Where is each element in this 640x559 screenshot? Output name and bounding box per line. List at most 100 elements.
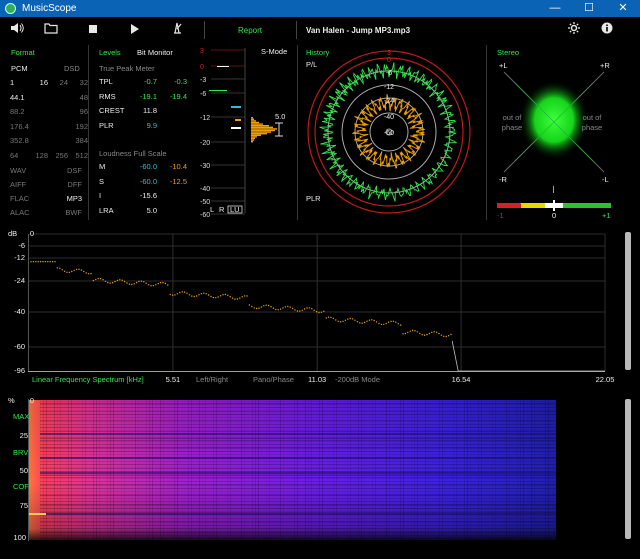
meter-histogram-bar bbox=[251, 131, 271, 133]
volume-icon[interactable] bbox=[6, 21, 28, 39]
spectrum-point bbox=[303, 308, 306, 310]
spectrum-point bbox=[123, 280, 126, 283]
spectrum-point bbox=[294, 309, 296, 311]
spectrum-point bbox=[392, 320, 395, 322]
levels-title: Levels bbox=[99, 48, 121, 57]
spectrum-point bbox=[131, 283, 133, 286]
spectrum-point bbox=[78, 268, 80, 270]
spectrum-point bbox=[121, 279, 123, 281]
meter-histogram-bar bbox=[251, 120, 256, 122]
pano-phase-button[interactable]: Pano/Phase bbox=[253, 375, 294, 384]
spectrum-point bbox=[32, 261, 35, 263]
meter-scale-tick: -12 bbox=[200, 115, 210, 122]
spectrum-point bbox=[83, 270, 85, 273]
info-icon[interactable] bbox=[596, 21, 618, 39]
db-mode-button[interactable]: -200dB Mode bbox=[335, 375, 380, 384]
spectrogram-column bbox=[96, 400, 97, 540]
spectrum-point bbox=[291, 307, 294, 310]
spectrogram-column bbox=[199, 400, 200, 540]
spectrum-point bbox=[423, 334, 426, 336]
play-icon[interactable] bbox=[124, 21, 146, 39]
spectrum-point bbox=[284, 306, 287, 308]
left-right-button[interactable]: Left/Right bbox=[196, 375, 228, 384]
spectrogram-column bbox=[372, 400, 373, 540]
meter-histogram-bar bbox=[251, 128, 277, 130]
spectrum-point bbox=[363, 321, 366, 324]
spectrogram-column bbox=[174, 400, 175, 540]
level-value-right: -19.4 bbox=[169, 91, 187, 101]
spectrum-point bbox=[433, 331, 435, 333]
level-value-left: -0.7 bbox=[144, 77, 157, 86]
bit-monitor-button[interactable]: Bit Monitor bbox=[137, 48, 173, 57]
level-label: RMS bbox=[99, 91, 116, 101]
spectrogram-column bbox=[266, 400, 267, 540]
codec-cell: DSF bbox=[67, 166, 82, 175]
spectrum-point bbox=[318, 311, 320, 314]
spectrum-panel: 0 -6 -12 -24 -40 -60 -96 dB Linear Frequency S… bbox=[0, 228, 640, 388]
meter-histogram-bar bbox=[251, 133, 267, 135]
format-cell: 96 bbox=[79, 107, 88, 116]
spectrum-point bbox=[275, 308, 277, 311]
spectrum-point bbox=[135, 281, 138, 284]
spectrogram-column bbox=[305, 400, 306, 540]
spectrum-point bbox=[308, 307, 311, 309]
plr-value: 5.0 bbox=[275, 112, 286, 121]
db-unit: dB bbox=[8, 229, 18, 238]
spectrum-point bbox=[37, 261, 39, 263]
maximize-button[interactable]: ☐ bbox=[572, 0, 606, 17]
spectrum-point bbox=[243, 295, 246, 297]
spectrum-point bbox=[349, 317, 351, 320]
spectrum-point bbox=[157, 282, 159, 285]
spectrum-point bbox=[61, 269, 63, 271]
file-name: Van Halen - Jump MP3.mp3 bbox=[306, 26, 411, 35]
goniometer bbox=[497, 71, 611, 211]
spectrogram-scrollbar[interactable] bbox=[625, 399, 631, 539]
spectrum-point bbox=[421, 334, 423, 336]
spectrum-point bbox=[332, 317, 335, 320]
spectrum-point bbox=[71, 270, 73, 273]
spectrum-point bbox=[248, 304, 251, 306]
spectrum-scrollbar[interactable] bbox=[625, 232, 631, 370]
spectrum-point bbox=[450, 333, 452, 336]
marker-brv: BRV bbox=[13, 448, 29, 457]
spectrum-point bbox=[191, 295, 193, 297]
spectrogram-column bbox=[509, 400, 510, 540]
folder-icon[interactable] bbox=[40, 21, 62, 39]
spectrogram-y-tick: 0 bbox=[29, 396, 34, 405]
spectrum-point bbox=[128, 283, 131, 285]
spectrum-point bbox=[241, 296, 243, 298]
report-button[interactable]: Report bbox=[238, 26, 262, 35]
meter-histogram-bar bbox=[251, 126, 273, 128]
spectrogram-y-tick: 75 bbox=[19, 501, 28, 510]
stop-icon[interactable] bbox=[82, 21, 104, 39]
spectrogram-column bbox=[54, 400, 55, 540]
spectrogram-column bbox=[216, 400, 217, 540]
spectrogram-column bbox=[121, 400, 122, 540]
spectrum-point bbox=[407, 331, 409, 334]
spectrum-point bbox=[443, 335, 445, 337]
spectrum-point bbox=[239, 297, 241, 299]
spectrum-point bbox=[95, 278, 97, 281]
spectrogram-column bbox=[149, 400, 150, 540]
spectrum-point bbox=[217, 296, 219, 298]
marker-cof: COF bbox=[13, 482, 29, 491]
spectrum-cutoff bbox=[451, 340, 459, 372]
spectrum-point bbox=[150, 285, 152, 287]
spectrogram-column bbox=[152, 400, 153, 540]
metronome-icon[interactable] bbox=[166, 21, 188, 39]
minimize-button[interactable]: — bbox=[538, 0, 572, 17]
settings-icon[interactable] bbox=[563, 21, 585, 39]
spectrogram-column bbox=[425, 400, 426, 540]
spectrogram-column bbox=[244, 400, 245, 540]
spectrum-point bbox=[114, 280, 116, 283]
meter-histogram-bar bbox=[251, 134, 261, 136]
format-cell: 192 bbox=[75, 121, 88, 131]
spectrum-point bbox=[183, 291, 186, 293]
spectrum-point bbox=[447, 335, 450, 337]
spectrogram-column bbox=[138, 400, 139, 540]
spectrogram-column bbox=[495, 400, 496, 540]
corner-plus-l: +L bbox=[499, 61, 508, 70]
out-of-phase-right: out of phase bbox=[581, 113, 603, 132]
history-panel: History P/L PLR 3 0 -6 -12 -24 -40 -60 bbox=[298, 43, 486, 228]
close-button[interactable]: ✕ bbox=[606, 0, 640, 17]
